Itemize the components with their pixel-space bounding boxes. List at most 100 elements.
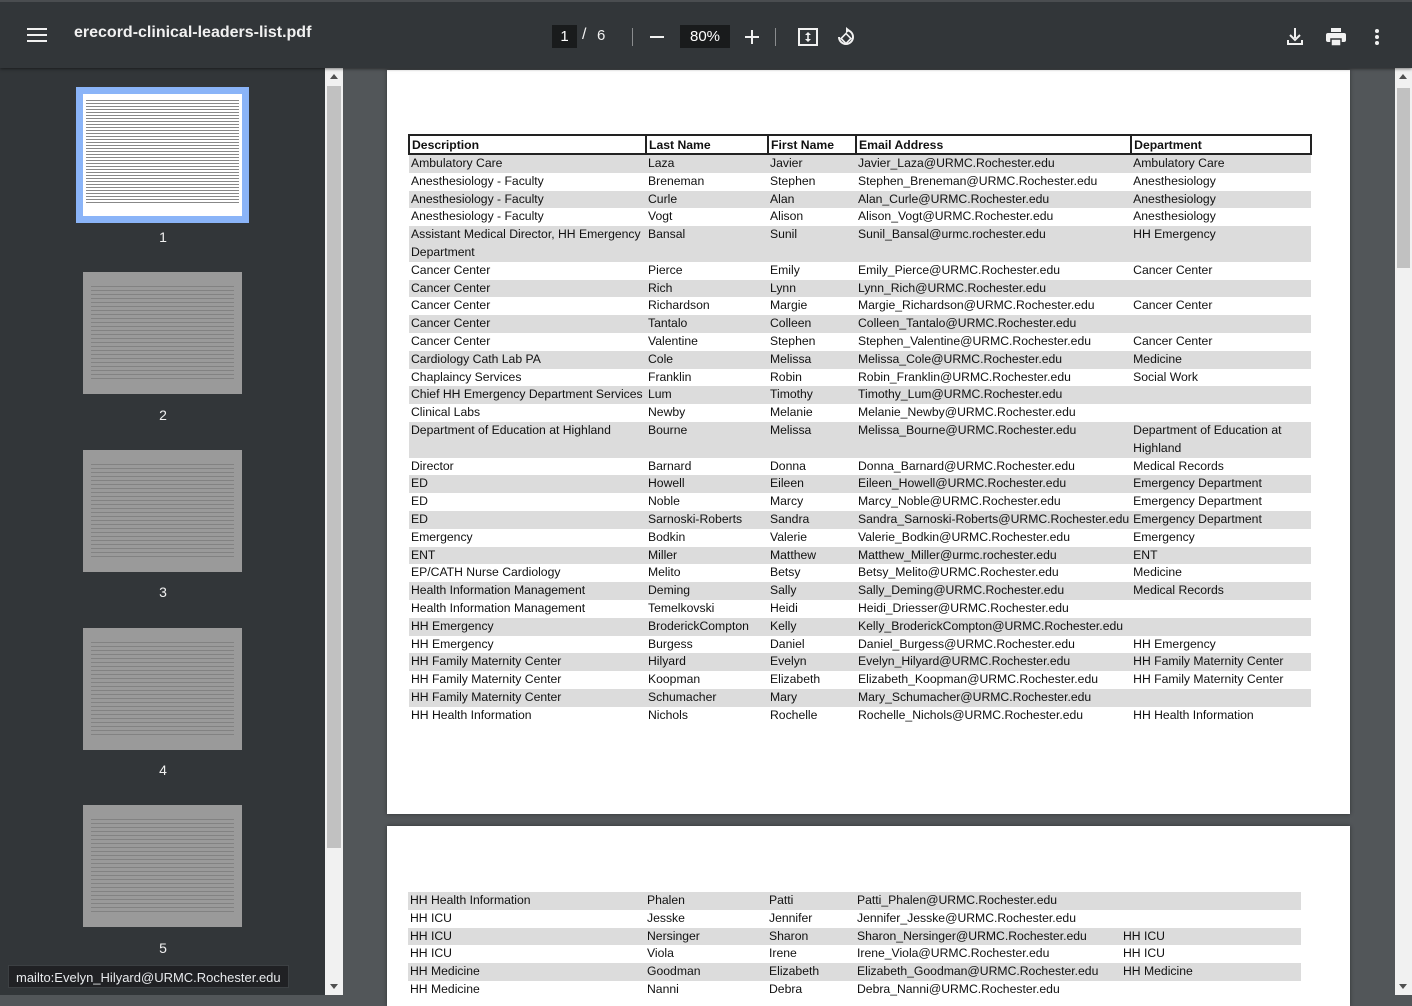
cell-email[interactable]: Patti_Phalen@URMC.Rochester.edu (855, 892, 1121, 910)
cell-email[interactable]: Heidi_Driesser@URMC.Rochester.edu (856, 600, 1131, 618)
table-row: HH Family Maternity Center Schumacher Mary… (409, 688, 1312, 707)
menu-icon[interactable] (18, 16, 56, 54)
cell-email[interactable]: Javier_Laza@URMC.Rochester.edu (856, 154, 1132, 173)
scroll-down-icon[interactable] (1399, 984, 1407, 989)
cell-email[interactable]: Valerie_Bodkin@URMC.Rochester.edu (856, 529, 1131, 547)
more-options-icon[interactable] (1362, 20, 1392, 54)
cell-department: HH Health Information (1133, 707, 1254, 722)
cell-email[interactable]: Evelyn_Hilyard@URMC.Rochester.edu (856, 653, 1132, 672)
cell-email[interactable]: Sharon_Nersinger@URMC.Rochester.edu (855, 927, 1121, 946)
table-row: Clinical Labs Newby Melanie Melanie_Newby@U… (409, 404, 1311, 422)
cell-email[interactable]: Elizabeth_Goodman@URMC.Rochester.edu (855, 963, 1121, 981)
cell-email[interactable]: Sandra_Sarnoski-Roberts@URMC.Rochester.e… (856, 510, 1132, 529)
cell-email[interactable]: Sunil_Bansal@urmc.rochester.edu (856, 226, 1132, 262)
cell-email[interactable]: Margie_Richardson@URMC.Rochester.edu (856, 297, 1131, 315)
divider (775, 28, 776, 46)
cell-first-name: Lynn (768, 279, 856, 298)
cell-email[interactable]: Kelly_BroderickCompton@URMC.Rochester.ed… (856, 617, 1132, 636)
cell-department: Social Work (1133, 369, 1198, 384)
cell-email[interactable]: Rochelle_Nichols@URMC.Rochester.edu (856, 707, 1131, 725)
main-scrollbar-thumb[interactable] (1397, 88, 1410, 268)
thumbnail-page-1[interactable] (76, 87, 249, 223)
table-row: HH Emergency BroderickCompton Kelly Kelly_B… (409, 617, 1312, 636)
cell-description: Cancer Center (411, 298, 491, 313)
cell-first-name: Javier (768, 154, 856, 173)
table-row: Department of Education at Highland Bourn… (409, 421, 1312, 458)
cell-email[interactable]: Stephen_Breneman@URMC.Rochester.edu (856, 173, 1131, 191)
cell-department (1131, 600, 1311, 618)
cell-department (1131, 279, 1312, 298)
cell-email[interactable]: Matthew_Miller@urmc.rochester.edu (856, 546, 1132, 565)
cell-description: HH Health Information (408, 892, 645, 910)
cell-email[interactable]: Eileen_Howell@URMC.Rochester.edu (856, 475, 1132, 494)
cell-last-name: Curle (646, 190, 768, 209)
cell-first-name: Valerie (770, 529, 808, 544)
cell-last-name: Valentine (648, 333, 698, 348)
rotate-icon[interactable] (829, 20, 863, 54)
cell-description: HH ICU (410, 946, 452, 961)
cell-email[interactable]: Alan_Curle@URMC.Rochester.edu (856, 190, 1132, 209)
fit-to-page-icon[interactable] (791, 20, 825, 54)
cell-email[interactable]: Melissa_Cole@URMC.Rochester.edu (856, 350, 1132, 369)
cell-email[interactable]: Jennifer_Jesske@URMC.Rochester.edu (855, 910, 1121, 928)
table-row: HH Health Information Phalen Patti Patti_Ph… (408, 892, 1301, 910)
cell-description: Emergency (411, 529, 473, 544)
cell-department (1121, 910, 1301, 928)
sidebar-scrollbar-thumb[interactable] (327, 86, 341, 848)
thumbnail-page-5[interactable] (83, 805, 242, 927)
cell-email[interactable]: Melissa_Bourne@URMC.Rochester.edu (856, 421, 1132, 458)
cell-email[interactable]: Colleen_Tantalo@URMC.Rochester.edu (856, 315, 1132, 333)
cell-description: Cancer Center (409, 279, 646, 298)
cell-email[interactable]: Donna_Barnard@URMC.Rochester.edu (856, 458, 1131, 476)
print-icon[interactable] (1319, 20, 1353, 54)
table-row: HH ICU Jesske Jennifer Jennifer_Jesske@URMC… (408, 910, 1301, 928)
cell-first-name: Irene (769, 946, 797, 961)
cell-last-name: BroderickCompton (646, 617, 768, 636)
cell-email[interactable]: Robin_Franklin@URMC.Rochester.edu (856, 369, 1131, 387)
table-row: HH Health Information Nichols Rochelle Roch… (409, 707, 1311, 725)
cell-email[interactable]: Timothy_Lum@URMC.Rochester.edu (856, 386, 1132, 405)
cell-email[interactable]: Alison_Vogt@URMC.Rochester.edu (856, 208, 1131, 226)
thumbnail-label: 3 (159, 584, 167, 600)
main-scrollbar[interactable] (1395, 68, 1412, 995)
cell-email[interactable]: Betsy_Melito@URMC.Rochester.edu (856, 564, 1131, 582)
scroll-down-icon[interactable] (330, 984, 338, 989)
page-number-input[interactable]: 1 (552, 25, 577, 48)
cell-email[interactable]: Mary_Schumacher@URMC.Rochester.edu (856, 688, 1132, 707)
zoom-level-input[interactable]: 80% (680, 25, 730, 48)
cell-last-name: Laza (646, 154, 768, 173)
thumbnail-page-3[interactable] (83, 450, 242, 572)
cell-email[interactable]: Stephen_Valentine@URMC.Rochester.edu (856, 333, 1131, 351)
cell-department: HH Family Maternity Center (1133, 672, 1284, 687)
table-row: Anesthesiology - Faculty Vogt Alison Alison… (409, 208, 1311, 226)
page-total: 6 (597, 27, 606, 44)
cell-description: HH ICU (408, 927, 645, 946)
cell-email[interactable]: Irene_Viola@URMC.Rochester.edu (855, 945, 1121, 963)
cell-first-name: Robin (770, 369, 802, 384)
cell-email[interactable]: Emily_Pierce@URMC.Rochester.edu (856, 262, 1131, 280)
cell-last-name: Howell (646, 475, 768, 494)
download-icon[interactable] (1278, 20, 1312, 54)
cell-department: Department of Education at Highland (1131, 421, 1312, 458)
cell-email[interactable]: Debra_Nanni@URMC.Rochester.edu (855, 981, 1121, 999)
cell-email[interactable]: Elizabeth_Koopman@URMC.Rochester.edu (856, 671, 1131, 689)
cell-department: Medical Records (1133, 458, 1224, 473)
cell-email[interactable]: Lynn_Rich@URMC.Rochester.edu (856, 279, 1132, 298)
cell-email[interactable]: Melanie_Newby@URMC.Rochester.edu (856, 404, 1131, 422)
table-row: Cardiology Cath Lab PA Cole Melissa Melissa… (409, 350, 1312, 369)
table-row: Director Barnard Donna Donna_Barnard@URMC.R… (409, 458, 1311, 476)
zoom-out-icon[interactable] (640, 20, 674, 54)
thumbnail-page-4[interactable] (83, 628, 242, 750)
zoom-in-icon[interactable] (735, 20, 769, 54)
thumbnail-page-2[interactable] (83, 272, 242, 394)
table-row: ENT Miller Matthew Matthew_Miller@urmc.roch… (409, 546, 1312, 565)
cell-email[interactable]: Daniel_Burgess@URMC.Rochester.edu (856, 636, 1131, 654)
cell-department: ENT (1131, 546, 1312, 565)
cell-email[interactable]: Marcy_Noble@URMC.Rochester.edu (856, 493, 1131, 511)
scroll-up-icon[interactable] (330, 74, 338, 79)
scroll-up-icon[interactable] (1399, 74, 1407, 79)
cell-department: Anesthesiology (1133, 173, 1216, 188)
sidebar-scrollbar[interactable] (325, 68, 343, 995)
cell-email[interactable]: Sally_Deming@URMC.Rochester.edu (856, 582, 1132, 600)
table-row: EP/CATH Nurse Cardiology Melito Betsy Betsy… (409, 564, 1311, 582)
